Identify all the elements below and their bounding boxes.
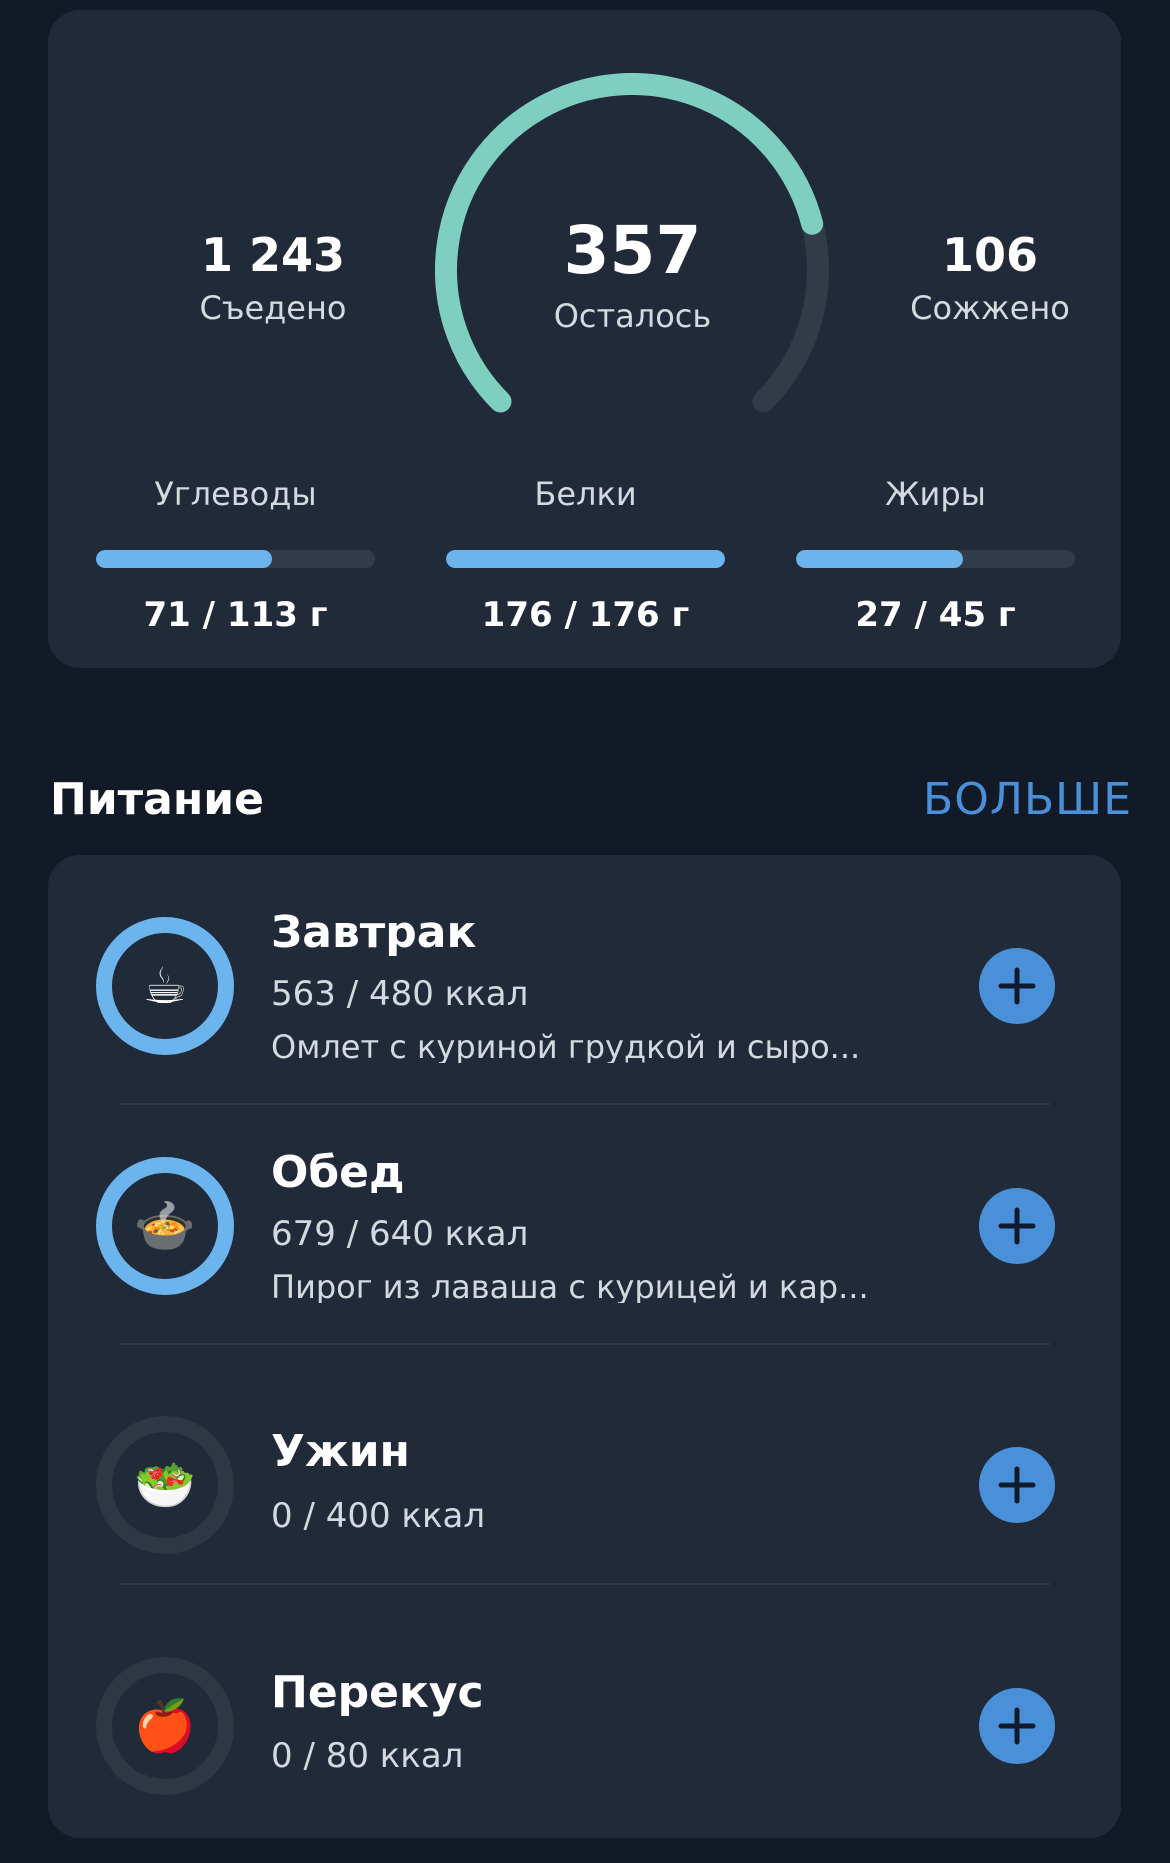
add-lunch-button[interactable]: [979, 1188, 1055, 1264]
macro-carbs: Углеводы 71 / 113 г: [96, 478, 375, 632]
macro-label: Углеводы: [154, 475, 317, 513]
meal-description: Омлет с куриной грудкой и сыро...: [271, 1031, 861, 1063]
eaten-stat: 1 243 Съедено: [153, 232, 393, 324]
eaten-value: 1 243: [200, 228, 346, 282]
more-link[interactable]: БОЛЬШЕ: [923, 778, 1132, 822]
plus-icon: [998, 1207, 1036, 1245]
meal-row-dinner[interactable]: 🥗 Ужин 0 / 400 ккал: [48, 1335, 1121, 1575]
meal-description: Пирог из лаваша с курицей и кар...: [271, 1271, 869, 1303]
meal-name: Завтрак: [271, 907, 477, 958]
meals-card: ☕ Завтрак 563 / 480 ккал Омлет с куриной…: [48, 855, 1121, 1838]
meal-name: Ужин: [271, 1426, 410, 1477]
salad-icon: 🥗: [133, 1456, 197, 1514]
burned-value: 106: [941, 228, 1039, 282]
meal-row-breakfast[interactable]: ☕ Завтрак 563 / 480 ккал Омлет с куриной…: [48, 855, 1121, 1095]
meal-name: Перекус: [271, 1667, 484, 1718]
macro-progress-bar: [446, 550, 725, 568]
macro-label: Белки: [534, 475, 637, 513]
add-snack-button[interactable]: [979, 1688, 1055, 1764]
macro-amount: 176 / 176 г: [481, 595, 690, 635]
burned-label: Сожжено: [910, 289, 1070, 327]
add-breakfast-button[interactable]: [979, 948, 1055, 1024]
meal-progress-ring: ☕: [96, 917, 234, 1055]
meal-kcal: 0 / 80 ккал: [271, 1736, 464, 1776]
macro-progress-fill: [446, 550, 725, 568]
meal-row-snack[interactable]: 🍎 Перекус 0 / 80 ккал: [48, 1575, 1121, 1815]
macro-amount: 71 / 113 г: [143, 595, 328, 635]
meal-progress-ring: 🍎: [96, 1657, 234, 1795]
section-title: Питание: [50, 774, 264, 825]
macro-progress-fill: [96, 550, 272, 568]
macro-progress-bar: [796, 550, 1075, 568]
macro-label: Жиры: [885, 475, 986, 513]
meal-progress-ring: 🍲: [96, 1157, 234, 1295]
add-dinner-button[interactable]: [979, 1447, 1055, 1523]
macro-protein: Белки 176 / 176 г: [446, 478, 725, 632]
macro-fat: Жиры 27 / 45 г: [796, 478, 1075, 632]
soup-bowl-icon: 🍲: [133, 1197, 197, 1255]
meal-kcal: 563 / 480 ккал: [271, 974, 529, 1014]
burned-stat: 106 Сожжено: [870, 232, 1110, 324]
remaining-stat: 357 Осталось: [468, 212, 797, 335]
meal-kcal: 0 / 400 ккал: [271, 1496, 486, 1536]
macro-progress-bar: [96, 550, 375, 568]
meal-kcal: 679 / 640 ккал: [271, 1214, 529, 1254]
macro-progress-fill: [796, 550, 964, 568]
meal-name: Обед: [271, 1147, 405, 1198]
calorie-summary-card: 1 243 Съедено 357 Осталось 106 Сожжено У…: [48, 10, 1121, 668]
plus-icon: [998, 967, 1036, 1005]
plus-icon: [998, 1466, 1036, 1504]
remaining-label: Осталось: [553, 297, 712, 335]
macro-amount: 27 / 45 г: [855, 595, 1016, 635]
apple-icon: 🍎: [133, 1697, 197, 1755]
coffee-cup-icon: ☕: [142, 957, 188, 1015]
plus-icon: [998, 1707, 1036, 1745]
meal-progress-ring: 🥗: [96, 1416, 234, 1554]
remaining-value: 357: [563, 212, 702, 289]
eaten-label: Съедено: [199, 289, 347, 327]
meal-row-lunch[interactable]: 🍲 Обед 679 / 640 ккал Пирог из лаваша с …: [48, 1095, 1121, 1335]
